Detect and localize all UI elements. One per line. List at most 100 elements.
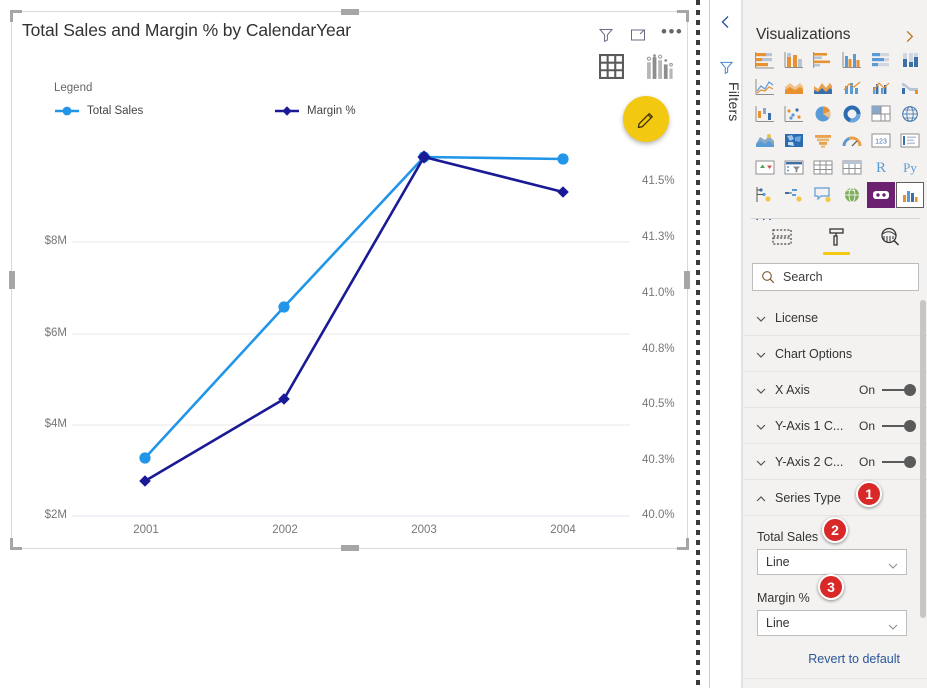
viz-type-100-stacked-column-chart[interactable] [896, 47, 924, 73]
viz-type-stacked-area-chart[interactable] [809, 74, 837, 100]
x-tick-2002: 2002 [272, 524, 298, 536]
toggle-state-label: On [858, 382, 875, 397]
properties-scrollbar[interactable] [920, 300, 926, 620]
format-section-chart-options[interactable]: Chart Options [743, 336, 927, 372]
svg-text:123: 123 [875, 139, 887, 146]
toggle-switch[interactable] [882, 419, 916, 432]
viz-type-ribbon-chart[interactable] [896, 74, 924, 100]
dropdown-value: Line [766, 616, 790, 630]
viz-type-clustered-bar-chart[interactable] [809, 47, 837, 73]
resize-handle-top[interactable] [340, 9, 359, 15]
viz-type-table[interactable] [809, 155, 837, 181]
search-input[interactable]: Search [752, 263, 919, 291]
margin-pct-series-dropdown[interactable]: Line [757, 610, 907, 636]
toggle-state-label: On [858, 418, 875, 433]
filter-icon[interactable] [719, 60, 734, 75]
viz-type-multi-row-card[interactable] [896, 128, 924, 154]
viz-type-stacked-bar-chart[interactable] [751, 47, 779, 73]
tab-analytics[interactable] [875, 222, 905, 252]
viz-gallery-more-icon[interactable]: ... [755, 208, 920, 224]
viz-type-matrix[interactable] [838, 155, 866, 181]
viz-type-clustered-column-chart[interactable] [838, 47, 866, 73]
viz-type-key-influencers[interactable] [751, 182, 779, 208]
format-section-label: Series Type [775, 490, 841, 505]
combo-chart-visual[interactable]: Total Sales and Margin % by CalendarYear… [9, 9, 690, 551]
viz-type-card[interactable]: 123 [867, 128, 895, 154]
chevron-left-icon[interactable] [718, 14, 734, 30]
viz-type-map[interactable] [896, 101, 924, 127]
y-axis-2-toggle[interactable]: On [859, 455, 916, 469]
tab-format[interactable] [821, 222, 851, 255]
viz-type-line-and-clustered-column-chart[interactable] [867, 74, 895, 100]
chevron-down-icon [755, 420, 767, 432]
visual-type-gallery[interactable]: 123 R Py ... [751, 45, 924, 224]
resize-handle-left[interactable] [9, 271, 15, 289]
filters-pane-label: Filters [726, 82, 742, 122]
callout-badge-3: 3 [818, 574, 844, 600]
viz-type-filled-map[interactable] [751, 128, 779, 154]
viz-type-slicer[interactable] [780, 155, 808, 181]
chevron-down-icon [755, 384, 767, 396]
x-tick-2003: 2003 [411, 524, 437, 536]
revert-to-default-link[interactable]: Revert to default [757, 636, 914, 666]
y-axis-1-toggle[interactable]: On [859, 419, 916, 433]
viz-type-area-chart[interactable] [780, 74, 808, 100]
callout-badge-2: 2 [822, 517, 848, 543]
viz-type-r-script-visual[interactable]: R [867, 155, 895, 181]
viz-type-scatter-chart[interactable] [780, 101, 808, 127]
format-section-y-axis-2[interactable]: Y-Axis 2 C... On [743, 444, 927, 480]
resize-handle-bottom-left[interactable] [10, 538, 22, 550]
format-section-label: Y-Axis 1 C... [775, 418, 844, 433]
format-properties-list[interactable]: License Chart Options X Axis On Y-Axis 1… [743, 300, 927, 688]
y-left-tick-8m: $8M [44, 235, 67, 247]
viz-type-100-stacked-bar-chart[interactable] [867, 47, 895, 73]
viz-type-decomposition-tree[interactable] [780, 182, 808, 208]
viz-type-kpi[interactable] [751, 155, 779, 181]
y-right-tick-40-5: 40.5% [642, 398, 675, 410]
format-section-license[interactable]: License [743, 300, 927, 336]
x-tick-2001: 2001 [133, 524, 159, 536]
viz-type-gauge[interactable] [838, 128, 866, 154]
data-point-total-sales-2001 [139, 452, 151, 464]
format-section-label: License [775, 310, 819, 325]
format-section-series-type[interactable]: Series Type [743, 480, 927, 516]
toggle-switch[interactable] [882, 383, 916, 396]
viz-type-funnel[interactable] [809, 128, 837, 154]
format-section-y-axis-1[interactable]: Y-Axis 1 C... On [743, 408, 927, 444]
total-sales-series-dropdown[interactable]: Line [757, 549, 907, 575]
viz-type-pie-chart[interactable] [809, 101, 837, 127]
data-point-margin-pct-2004 [557, 186, 569, 198]
chart-svg [72, 150, 630, 517]
viz-type-treemap[interactable] [867, 101, 895, 127]
power-bi-report-editor: Total Sales and Margin % by CalendarYear… [0, 0, 927, 688]
x-axis-toggle[interactable]: On [859, 383, 916, 397]
chevron-right-icon[interactable] [903, 30, 916, 43]
viz-type-stacked-column-chart[interactable] [780, 47, 808, 73]
toggle-switch[interactable] [882, 455, 916, 468]
tab-fields[interactable] [767, 222, 797, 252]
chevron-down-icon [888, 619, 898, 630]
resize-handle-top-right[interactable] [677, 10, 689, 22]
viz-type-python-visual[interactable]: Py [896, 155, 924, 181]
pane-splitter[interactable] [696, 0, 700, 688]
viz-type-line-and-stacked-column-chart[interactable] [838, 74, 866, 100]
viz-type-custom-combo-chart[interactable] [896, 182, 924, 208]
format-section-label: Chart Options [775, 346, 853, 361]
viz-type-line-chart[interactable] [751, 74, 779, 100]
viz-type-shape-map[interactable] [780, 128, 808, 154]
resize-handle-bottom[interactable] [340, 545, 359, 551]
resize-handle-bottom-right[interactable] [677, 538, 689, 550]
resize-handle-right[interactable] [684, 271, 690, 289]
viz-type-paginated-report[interactable] [867, 182, 895, 208]
viz-type-qa-visual[interactable] [809, 182, 837, 208]
resize-handle-top-left[interactable] [10, 10, 22, 22]
viz-type-donut-chart[interactable] [838, 101, 866, 127]
format-section-x-axis[interactable]: X Axis On [743, 372, 927, 408]
scrollbar-thumb[interactable] [920, 300, 926, 618]
viz-type-arcgis-maps[interactable] [838, 182, 866, 208]
report-canvas[interactable]: Total Sales and Margin % by CalendarYear… [0, 0, 700, 688]
chart-plot-area[interactable]: $8M $6M $4M $2M 41.5% 41.3% 41.0% 40.8% … [12, 12, 689, 550]
viz-type-waterfall-chart[interactable] [751, 101, 779, 127]
filters-pane-collapsed[interactable]: Filters [709, 0, 742, 688]
y-right-tick-41-0: 41.0% [642, 287, 675, 299]
